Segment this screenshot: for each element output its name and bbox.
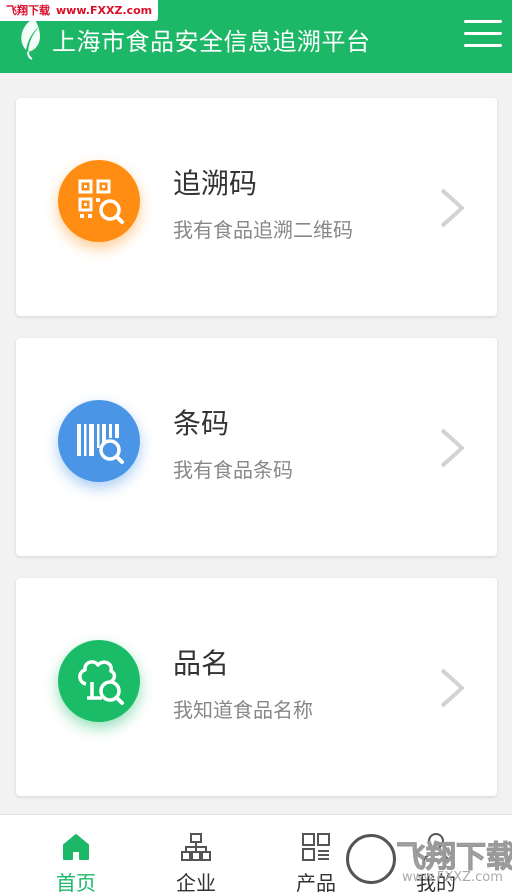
barcode-card[interactable]: 条码 我有食品条码 — [16, 338, 497, 556]
food-name-card[interactable]: 品名 我知道食品名称 — [16, 578, 497, 796]
food-name-search-icon — [58, 640, 140, 722]
card-subtitle: 我有食品追溯二维码 — [173, 218, 353, 242]
tab-enterprise[interactable]: 企业 — [136, 815, 256, 894]
watermark-bottom: 飞翔下载 www.FXXZ.com — [346, 826, 512, 890]
barcode-search-icon — [58, 400, 140, 482]
watermark-top-url: www.FXXZ.com — [56, 4, 153, 17]
home-icon — [63, 834, 89, 860]
watermark-bottom-url: www.FXXZ.com — [402, 870, 503, 885]
card-title: 条码 — [173, 407, 230, 440]
watermark-logo-icon — [346, 834, 396, 884]
hamburger-menu-icon[interactable] — [464, 20, 502, 50]
watermark-top: 飞翔下载 www.FXXZ.com — [0, 0, 159, 21]
leaf-icon — [21, 18, 41, 60]
card-subtitle: 我知道食品名称 — [173, 698, 313, 722]
chevron-right-icon — [440, 668, 465, 708]
card-title: 追溯码 — [173, 167, 258, 200]
chevron-right-icon — [440, 188, 465, 228]
tab-home[interactable]: 首页 — [16, 815, 136, 894]
qr-search-icon — [58, 160, 140, 242]
app-title: 上海市食品安全信息追溯平台 — [52, 28, 371, 56]
trace-code-card[interactable]: 追溯码 我有食品追溯二维码 — [16, 98, 497, 316]
card-subtitle: 我有食品条码 — [173, 458, 293, 482]
watermark-top-brand: 飞翔下载 — [6, 4, 50, 17]
chevron-right-icon — [440, 428, 465, 468]
org-chart-icon — [181, 833, 211, 861]
tab-label: 首页 — [56, 871, 96, 894]
grid-list-icon — [302, 833, 330, 861]
tab-label: 企业 — [176, 871, 216, 894]
card-title: 品名 — [173, 647, 230, 680]
